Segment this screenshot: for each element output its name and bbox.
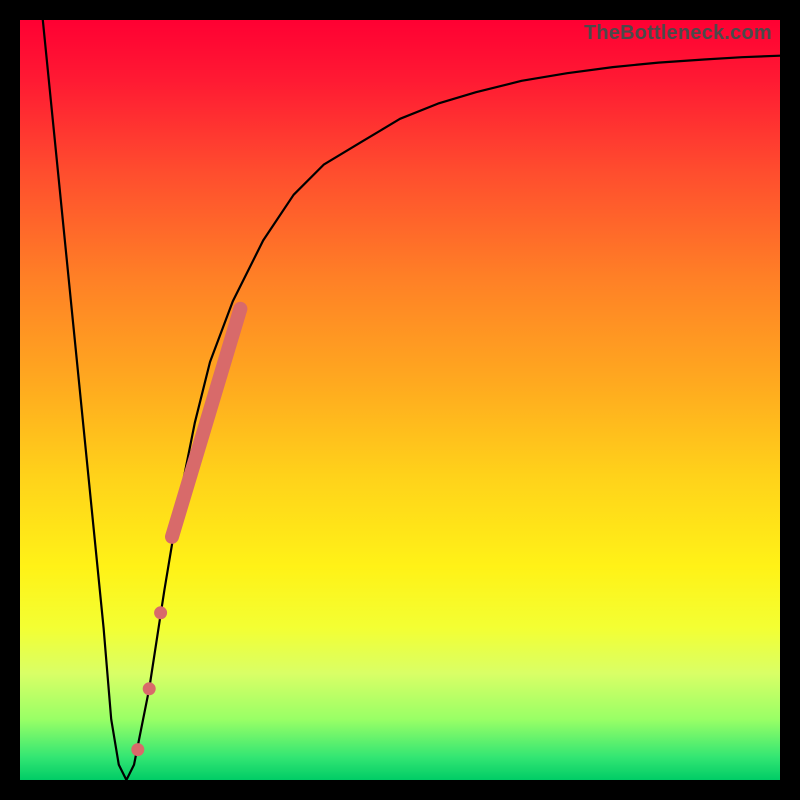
bottleneck-curve-path [43,20,780,780]
highlight-dots [131,606,167,756]
highlight-dot [143,682,156,695]
chart-svg [20,20,780,780]
highlight-dot [131,743,144,756]
highlight-dot [154,606,167,619]
plot-area: TheBottleneck.com [20,20,780,780]
highlight-segment [172,309,240,537]
chart-frame: TheBottleneck.com [0,0,800,800]
